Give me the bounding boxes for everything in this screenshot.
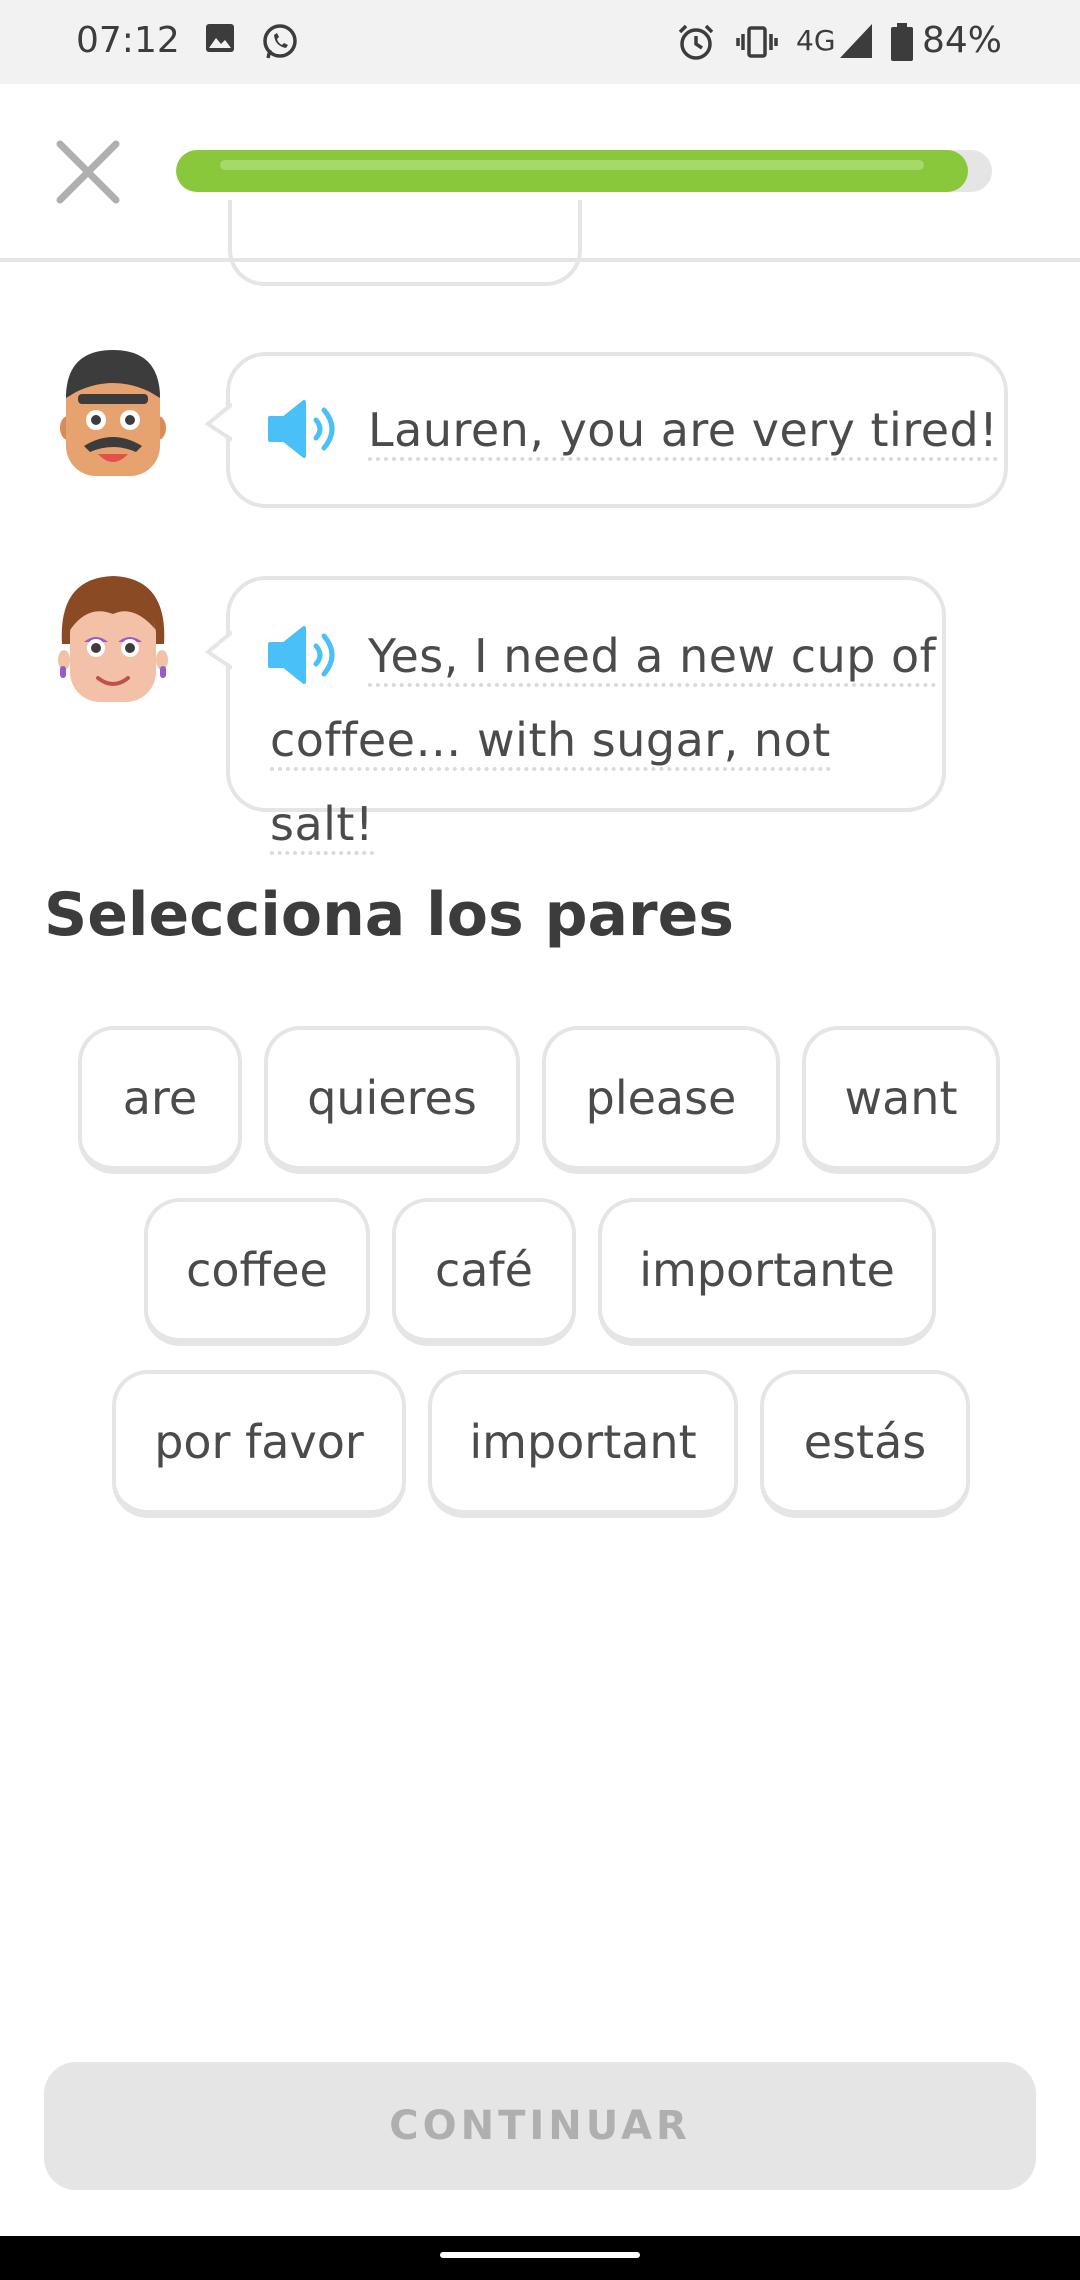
word-tile[interactable]: important [428,1370,738,1518]
battery-icon [891,23,913,61]
dialogue-text-2a[interactable]: Yes, I need a new cup of [368,614,937,698]
word-tile[interactable]: importante [598,1198,936,1346]
word-tile[interactable]: coffee [144,1198,370,1346]
vibrate-icon [736,26,778,58]
speaker-icon[interactable] [266,624,344,686]
word-tile[interactable]: estás [760,1370,970,1518]
exercise-title: Selecciona los pares [44,880,734,950]
whatsapp-icon [263,24,297,59]
lesson-progress-shine [220,160,924,170]
continue-button[interactable]: CONTINUAR [44,2062,1036,2190]
dialogue-text-1[interactable]: Lauren, you are very tired! [368,388,999,472]
word-tile[interactable]: please [542,1026,780,1174]
man-avatar [60,350,166,476]
previous-message-bubble [228,200,582,286]
system-nav-bar [0,2236,1080,2280]
woman-avatar [58,576,168,702]
word-tile[interactable]: por favor [112,1370,406,1518]
speaker-icon[interactable] [266,398,344,460]
signal-icon [840,24,872,58]
alarm-icon [678,24,714,60]
status-time: 07:12 [76,20,180,61]
lesson-progress-bar [176,150,992,192]
lesson-progress-fill [176,150,968,192]
word-tile[interactable]: quieres [264,1026,520,1174]
close-icon[interactable] [52,136,124,208]
network-label: 4G [796,24,836,57]
dialogue-bubble-1: Lauren, you are very tired! [204,352,1008,508]
bubble-tail [204,402,232,442]
word-tile[interactable]: café [392,1198,576,1346]
word-tile[interactable]: are [78,1026,242,1174]
status-bar: 07:12 4G 84% [0,0,1080,84]
home-gesture-handle[interactable] [440,2252,640,2258]
bubble-tail [204,630,232,670]
dialogue-text-2b[interactable]: coffee… with sugar, not salt! [270,698,942,866]
dialogue-bubble-2: Yes, I need a new cup of coffee… with su… [204,576,946,855]
battery-percent: 84% [921,20,1002,61]
word-tile[interactable]: want [802,1026,1000,1174]
image-icon [206,24,234,52]
